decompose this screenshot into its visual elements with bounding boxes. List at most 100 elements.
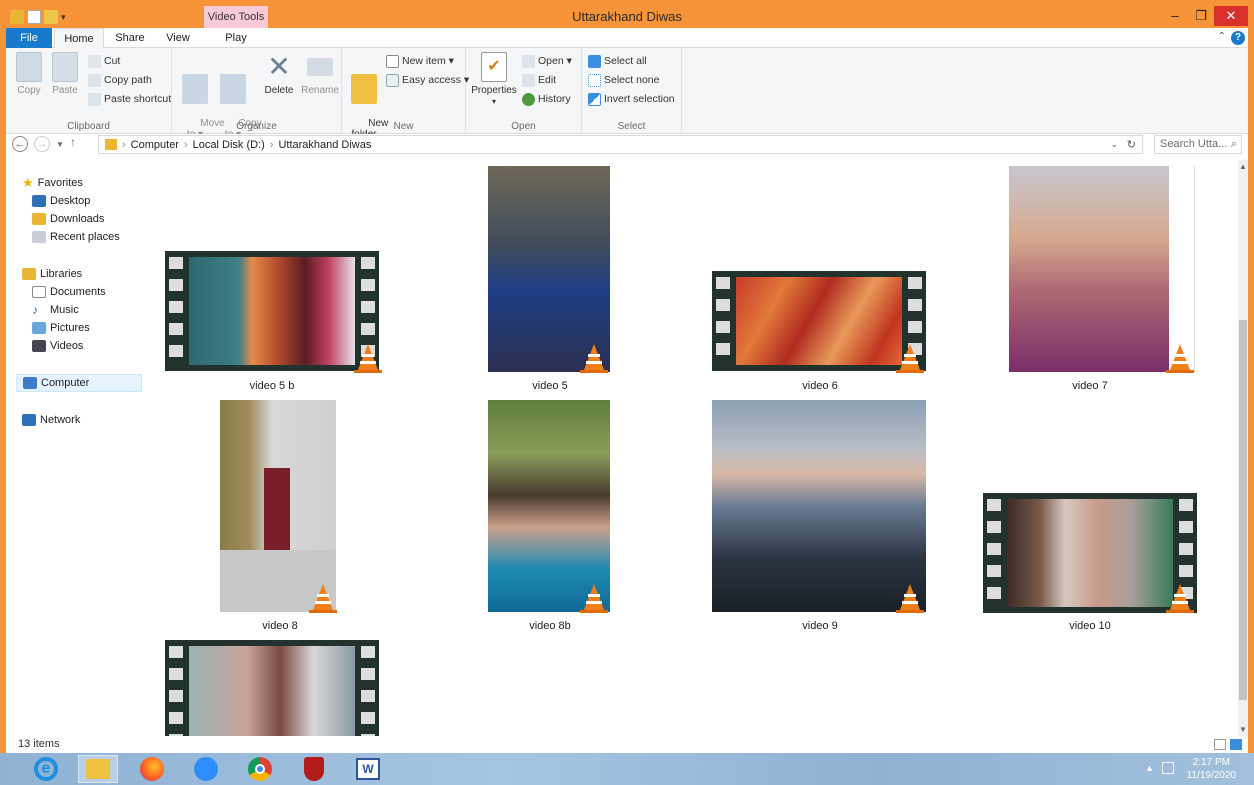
star-icon: ★ xyxy=(22,175,34,190)
file-list: video 5 b video 5 video 6 video 7 video … xyxy=(146,160,1238,736)
sidebar-item-network[interactable]: Network xyxy=(22,411,80,429)
video-thumbnail[interactable] xyxy=(220,400,336,612)
minimize-ribbon-chevron-icon[interactable]: ⌃ xyxy=(1218,31,1226,42)
up-arrow-icon[interactable]: ↑ xyxy=(70,135,76,149)
breadcrumb-computer[interactable]: Computer xyxy=(131,139,179,151)
folder-icon xyxy=(105,139,117,150)
details-view-icon[interactable] xyxy=(1214,739,1226,750)
show-hidden-icons-chevron-icon[interactable]: ▲ xyxy=(1145,763,1154,773)
properties-button[interactable]: ✔ Properties ▾ xyxy=(470,52,518,107)
close-button[interactable]: ✕ xyxy=(1214,6,1248,26)
sidebar-item-libraries[interactable]: Libraries xyxy=(22,265,82,283)
video-tools-context-tab: Video Tools xyxy=(204,6,268,28)
firefox-icon[interactable] xyxy=(132,755,172,783)
zoom-icon[interactable] xyxy=(186,755,226,783)
open-group: ✔ Properties ▾ Open ▾ Edit History Open xyxy=(466,48,582,134)
refresh-icon[interactable]: ↻ xyxy=(1127,138,1136,151)
paste-button[interactable]: Paste xyxy=(48,52,82,96)
cut-button[interactable]: Cut xyxy=(88,53,120,70)
videos-icon xyxy=(32,340,46,352)
paste-shortcut-button[interactable]: Paste shortcut xyxy=(88,91,171,108)
scroll-up-arrow-icon[interactable]: ▲ xyxy=(1239,162,1247,171)
search-icon: ⌕ xyxy=(1230,138,1237,150)
file-label[interactable]: video 10 xyxy=(990,620,1190,632)
sidebar-item-desktop[interactable]: Desktop xyxy=(32,192,90,210)
rename-icon xyxy=(307,58,333,76)
video-thumbnail[interactable] xyxy=(165,251,379,371)
open-button[interactable]: Open ▾ xyxy=(522,53,572,70)
tab-home[interactable]: Home xyxy=(54,28,104,49)
copy-path-icon xyxy=(88,74,101,87)
select-none-icon xyxy=(588,74,601,87)
sidebar-item-videos[interactable]: Videos xyxy=(32,337,83,355)
chrome-icon[interactable] xyxy=(240,755,280,783)
select-all-button[interactable]: Select all xyxy=(588,53,647,70)
video-thumbnail[interactable] xyxy=(488,400,610,612)
file-explorer-icon[interactable] xyxy=(78,755,118,783)
rename-button[interactable]: Rename xyxy=(300,52,340,96)
sidebar-item-pictures[interactable]: Pictures xyxy=(32,319,90,337)
copy-button[interactable]: Copy xyxy=(12,52,46,96)
invert-selection-button[interactable]: Invert selection xyxy=(588,91,675,108)
restore-button[interactable]: ❐ xyxy=(1188,6,1214,26)
back-arrow-icon[interactable]: ← xyxy=(12,136,28,152)
taskbar: e W ▲ 2:17 PM 11/19/2020 xyxy=(0,753,1254,785)
minimize-button[interactable]: – xyxy=(1162,6,1188,26)
help-icon[interactable]: ? xyxy=(1231,31,1245,45)
file-label[interactable]: video 8 xyxy=(180,620,380,632)
vlc-cone-icon xyxy=(1164,582,1196,614)
select-none-button[interactable]: Select none xyxy=(588,72,659,89)
tab-view[interactable]: View xyxy=(156,28,200,49)
sidebar-item-favorites[interactable]: ★ Favorites xyxy=(22,174,83,192)
vlc-cone-icon xyxy=(1164,342,1196,374)
tab-file[interactable]: File xyxy=(6,28,52,49)
clock-date: 11/19/2020 xyxy=(1186,770,1236,781)
breadcrumb-uttarakhand-diwas[interactable]: Uttarakhand Diwas xyxy=(278,139,371,151)
large-icons-view-icon[interactable] xyxy=(1230,739,1242,750)
scroll-down-arrow-icon[interactable]: ▼ xyxy=(1239,725,1247,734)
paste-shortcut-icon xyxy=(88,93,101,106)
forward-arrow-icon[interactable]: → xyxy=(34,136,50,152)
vertical-scrollbar[interactable]: ▲ ▼ xyxy=(1238,160,1248,736)
tab-play[interactable]: Play xyxy=(204,28,268,49)
sidebar-item-music[interactable]: ♪ Music xyxy=(32,301,79,319)
sidebar-item-downloads[interactable]: Downloads xyxy=(32,210,104,228)
vlc-cone-icon xyxy=(894,582,926,614)
copy-path-button[interactable]: Copy path xyxy=(88,72,152,89)
clock[interactable]: 2:17 PM 11/19/2020 xyxy=(1187,756,1236,782)
network-tray-icon[interactable] xyxy=(1162,762,1174,774)
file-label[interactable]: video 9 xyxy=(720,620,920,632)
delete-button[interactable]: ✕ Delete xyxy=(260,52,298,97)
properties-check-icon: ✔ xyxy=(481,52,507,82)
address-box[interactable]: › Computer › Local Disk (D:) › Uttarakha… xyxy=(98,135,1143,154)
invert-selection-icon xyxy=(588,93,601,106)
file-label[interactable]: video 6 xyxy=(720,380,920,392)
video-thumbnail[interactable] xyxy=(165,640,379,736)
easy-access-button[interactable]: Easy access ▾ xyxy=(386,72,469,89)
tab-share[interactable]: Share xyxy=(106,28,154,49)
network-icon xyxy=(22,414,36,426)
address-dropdown-chevron-icon[interactable]: ⌄ xyxy=(1110,139,1118,150)
search-input[interactable]: Search Utta... ⌕ xyxy=(1154,135,1242,154)
new-item-button[interactable]: New item ▾ xyxy=(386,53,454,70)
sidebar-item-documents[interactable]: Documents xyxy=(32,283,106,301)
file-label[interactable]: video 5 b xyxy=(172,380,372,392)
sidebar-item-recent[interactable]: Recent places xyxy=(32,228,120,246)
history-icon xyxy=(522,93,535,106)
breadcrumb-local-disk[interactable]: Local Disk (D:) xyxy=(193,139,265,151)
internet-explorer-icon[interactable]: e xyxy=(26,755,66,783)
file-label[interactable]: video 8b xyxy=(450,620,650,632)
word-icon[interactable]: W xyxy=(348,755,388,783)
shield-app-icon[interactable] xyxy=(294,755,334,783)
recent-locations-chevron-icon[interactable]: ▼ xyxy=(56,140,64,149)
window-title: Uttarakhand Diwas xyxy=(572,9,682,24)
address-bar-row: ← → ▼ ↑ › Computer › Local Disk (D:) › U… xyxy=(6,134,1248,154)
video-thumbnail[interactable] xyxy=(712,400,926,612)
libraries-icon xyxy=(22,268,36,280)
file-label[interactable]: video 7 xyxy=(990,380,1190,392)
file-label[interactable]: video 5 xyxy=(450,380,650,392)
edit-button[interactable]: Edit xyxy=(522,72,556,89)
scrollbar-thumb[interactable] xyxy=(1239,320,1247,700)
history-button[interactable]: History xyxy=(522,91,571,108)
sidebar-item-computer[interactable]: Computer xyxy=(16,374,142,392)
